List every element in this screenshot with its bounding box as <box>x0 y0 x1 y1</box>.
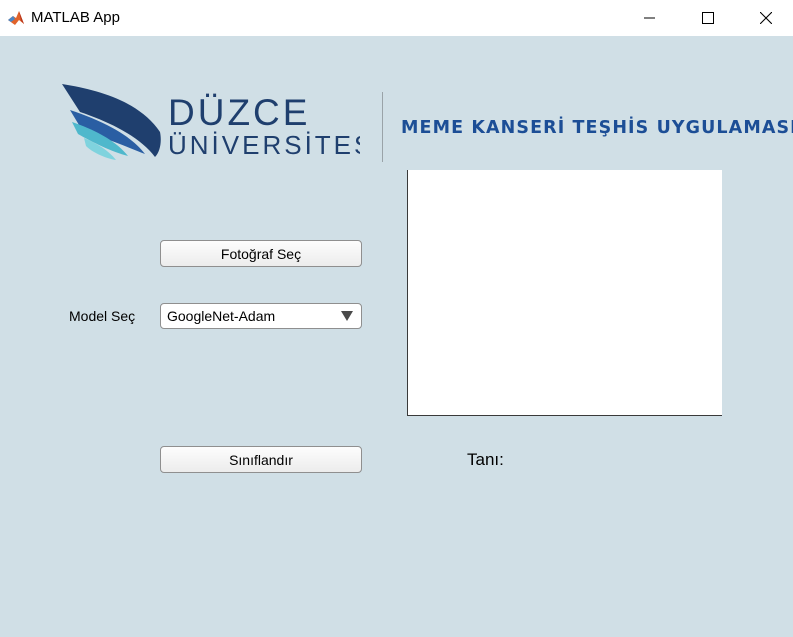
matlab-icon <box>7 9 25 27</box>
logo-emblem-icon <box>62 84 161 160</box>
title-bar: MATLAB App <box>0 0 793 36</box>
app-title: MEME KANSERİ TEŞHİS UYGULAMASI <box>401 118 793 138</box>
minimize-button[interactable] <box>621 0 679 36</box>
university-logo: DÜZCE ÜNİVERSİTESİ <box>62 84 360 160</box>
header-divider <box>382 92 383 162</box>
window-title: MATLAB App <box>31 9 120 26</box>
maximize-icon <box>702 12 714 24</box>
model-selected-value: GoogleNet-Adam <box>167 308 276 324</box>
diagnosis-label: Tanı: <box>467 450 504 469</box>
classify-button[interactable]: Sınıflandır <box>160 446 362 473</box>
model-label: Model Seç <box>69 308 136 324</box>
close-icon <box>760 12 772 24</box>
dropdown-arrow-icon <box>341 311 353 321</box>
image-display-area <box>407 170 722 416</box>
select-photo-button[interactable]: Fotoğraf Seç <box>160 240 362 267</box>
model-dropdown[interactable]: GoogleNet-Adam <box>160 303 362 329</box>
maximize-button[interactable] <box>679 0 737 36</box>
logo-line1: DÜZCE <box>168 92 310 133</box>
logo-line2: ÜNİVERSİTESİ <box>168 130 360 160</box>
minimize-icon <box>644 17 655 19</box>
close-button[interactable] <box>737 0 793 36</box>
